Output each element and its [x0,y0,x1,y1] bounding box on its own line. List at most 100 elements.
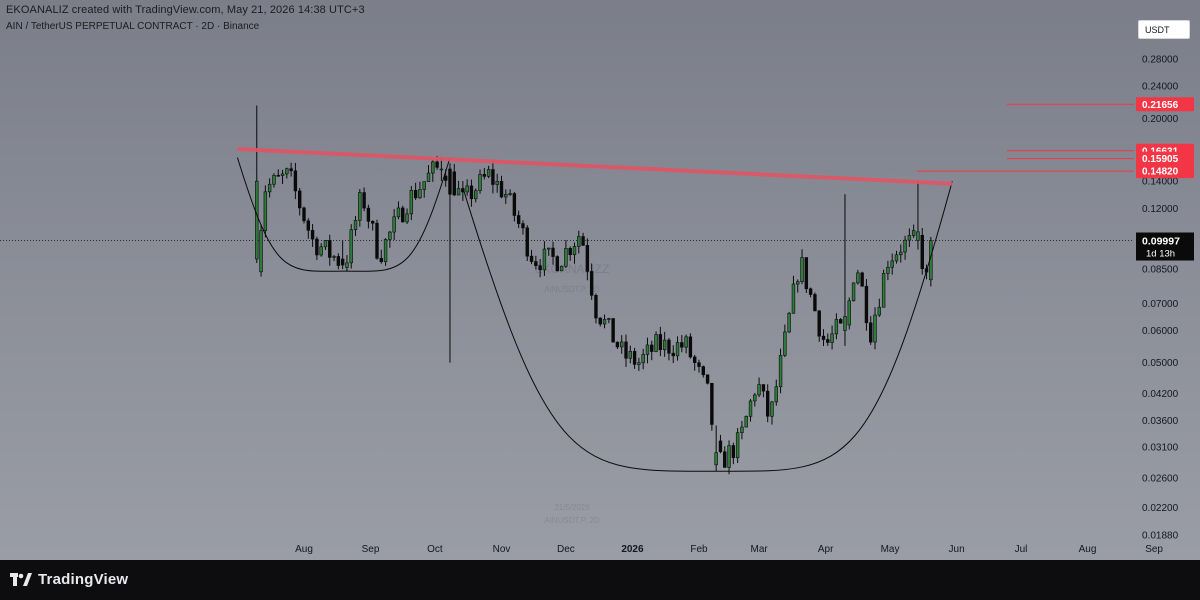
candle [482,168,487,180]
candle-body [422,181,426,190]
candle-body [778,355,783,388]
time-tick-label: Feb [690,544,708,555]
candle-body [881,273,886,308]
candle-body [920,234,924,269]
candle-body [426,172,431,182]
candle-body [349,229,353,264]
time-tick-label: Nov [493,544,511,555]
candle [340,240,345,270]
price-tick-label: 0.01880 [1142,531,1179,542]
candle-body [418,189,422,199]
candle-body [860,272,864,287]
candle [293,162,298,200]
candle-body [662,339,667,351]
candle [615,341,620,350]
candle-body [731,445,736,459]
price-tick-label: 0.03600 [1142,416,1179,427]
candle-body [637,362,641,365]
candle-body [336,256,341,266]
candle-body [650,344,654,352]
candle-body [405,213,409,223]
candle-body [907,235,912,241]
candle-body [903,239,907,253]
candle [280,169,285,184]
candle [452,163,456,197]
candle [860,271,864,287]
price-tick-label: 0.12000 [1142,204,1179,215]
candle-body [585,245,590,272]
candle-body [847,300,851,326]
candle-body [761,384,766,392]
candle [727,440,731,475]
candle [418,181,422,199]
candle-body [886,266,890,274]
candle [697,359,701,373]
candle-body [370,220,375,224]
candle [306,218,310,239]
price-tick-label: 0.14000 [1142,177,1179,188]
candle [791,275,796,314]
candle [705,374,710,385]
candle [740,420,744,440]
time-tick-label: Sep [362,544,380,555]
candle-body [624,341,628,359]
candle-body [615,341,620,348]
candle-body [542,248,547,271]
candle-body [534,261,538,266]
candle-body [555,256,560,272]
candle [383,238,388,266]
price-tick-label: 0.28000 [1142,55,1179,66]
candle-body [628,351,632,359]
candle-body [319,246,323,256]
candle [388,230,392,248]
price-tick-label: 0.07000 [1142,299,1179,310]
candle-body [757,384,761,396]
last-price-countdown: 1d 13h [1146,249,1175,260]
candle [499,175,504,199]
candle [611,318,615,343]
candle-body [838,319,843,324]
candle [323,239,328,251]
candle [688,333,693,359]
candle-body [478,174,482,191]
candle [559,265,564,272]
candle [263,185,268,238]
candle-body [525,227,529,257]
candle [796,279,800,293]
price-tick-label: 0.06000 [1142,326,1179,337]
candle [808,287,813,298]
candle [598,317,602,327]
candle-body [495,181,499,185]
candle [907,228,912,247]
candle [671,345,675,364]
candle [744,415,748,428]
candle [804,257,809,293]
candle-body [697,362,701,367]
candle [826,333,830,346]
candle-body [598,317,602,325]
candle [753,392,757,407]
candle [516,210,521,229]
candle [336,253,341,270]
candle [658,326,663,357]
candle-body [529,255,534,262]
candle-body [572,246,577,256]
candle-body [899,251,903,256]
candle [568,246,572,261]
price-tick-label: 0.08500 [1142,265,1179,276]
price-chart[interactable]: EKOANALIZZAINUSDT.P, 2D21/5/2026AINUSDT.… [0,0,1200,560]
candle [315,236,319,260]
candle-body [851,282,856,302]
candle [272,173,276,188]
tradingview-brand: TradingView [38,571,129,588]
candle [328,234,332,266]
watermark-date: 21/5/2026 [554,503,590,512]
tradingview-logo[interactable]: TradingView [10,571,128,588]
candle-body [620,341,624,348]
candle-body [911,230,916,236]
candle [332,254,336,262]
candle-body [276,175,280,177]
last-price-value: 0.09997 [1142,236,1180,248]
candle [465,179,469,196]
candle-body [800,257,804,282]
